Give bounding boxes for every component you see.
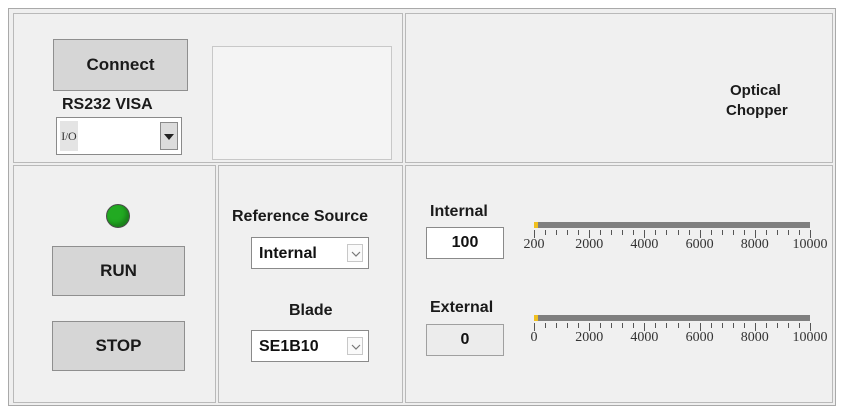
- visa-resource-selector[interactable]: I/O: [56, 117, 182, 155]
- slider-tick-label: 4000: [630, 330, 659, 345]
- internal-value-input[interactable]: 100: [426, 227, 504, 259]
- slider-tick: [578, 323, 580, 328]
- external-value-display: 0: [426, 324, 504, 356]
- reference-source-select[interactable]: Internal: [251, 237, 369, 269]
- run-button[interactable]: RUN: [52, 246, 185, 296]
- slider-tick: [611, 323, 613, 328]
- reference-source-label: Reference Source: [232, 208, 369, 225]
- slider-tick-label: 8000: [740, 330, 769, 345]
- slider-tick: [798, 323, 800, 328]
- internal-label: Internal: [430, 203, 488, 220]
- slider-tick: [798, 230, 800, 235]
- slider-tick: [787, 323, 789, 328]
- visa-label: RS232 VISA: [62, 96, 153, 113]
- slider-tick-label: 10000: [792, 330, 828, 345]
- slider-tick: [567, 230, 569, 235]
- slider-tick-label: 2000: [575, 237, 604, 252]
- external-slider-thumb[interactable]: [534, 315, 538, 321]
- external-label: External: [430, 299, 494, 316]
- connect-button[interactable]: Connect: [53, 39, 188, 91]
- io-icon: I/O: [60, 121, 78, 151]
- slider-tick: [666, 230, 668, 235]
- reference-source-value: Internal: [259, 245, 317, 262]
- title-section: Optical Chopper: [405, 13, 833, 163]
- slider-tick-label: 6000: [685, 237, 714, 252]
- slider-tick-label: 4000: [630, 237, 659, 252]
- blade-label: Blade: [289, 302, 333, 319]
- slider-tick: [765, 230, 767, 235]
- internal-slider-labels: 200 2000 4000 6000 8000 10000: [524, 237, 828, 255]
- slider-tick: [578, 230, 580, 235]
- slider-tick: [721, 230, 723, 235]
- slider-tick: [633, 230, 635, 235]
- slider-tick-label: 8000: [740, 237, 769, 252]
- slider-tick: [732, 230, 734, 235]
- internal-slider-track: [534, 222, 810, 228]
- external-slider-labels: 0 2000 4000 6000 8000 10000: [530, 330, 828, 348]
- slider-tick-label: 2000: [575, 330, 604, 345]
- slider-tick: [776, 230, 778, 235]
- slider-tick-label: 0: [530, 330, 538, 345]
- slider-tick: [765, 323, 767, 328]
- slider-tick: [600, 230, 602, 235]
- slider-tick: [732, 323, 734, 328]
- slider-tick: [622, 323, 624, 328]
- slider-tick: [688, 230, 690, 235]
- chevron-down-icon: [347, 337, 363, 355]
- slider-tick: [743, 323, 745, 328]
- stop-button[interactable]: STOP: [52, 321, 185, 371]
- slider-tick-label: 10000: [792, 237, 828, 252]
- title-line-2: Chopper: [726, 102, 788, 119]
- slider-tick: [655, 230, 657, 235]
- slider-tick: [666, 323, 668, 328]
- internal-slider-thumb[interactable]: [534, 222, 538, 228]
- slider-tick: [688, 323, 690, 328]
- blade-value: SE1B10: [259, 338, 319, 355]
- slider-tick: [677, 230, 679, 235]
- slider-tick: [655, 323, 657, 328]
- run-section: RUN STOP: [13, 165, 216, 403]
- frequency-section: Internal 100 200 2000 4000 6000 8000 10000 Ex…: [405, 165, 833, 403]
- status-display: [212, 46, 392, 160]
- slider-tick: [567, 323, 569, 328]
- slider-tick: [710, 323, 712, 328]
- slider-tick: [600, 323, 602, 328]
- status-led: [106, 204, 130, 228]
- connection-section: Connect RS232 VISA I/O: [13, 13, 403, 163]
- slider-tick: [611, 230, 613, 235]
- slider-tick: [622, 230, 624, 235]
- chevron-down-icon: [164, 134, 174, 140]
- blade-select[interactable]: SE1B10: [251, 330, 369, 362]
- slider-tick-label: 200: [523, 237, 545, 252]
- slider-tick-label: 6000: [685, 330, 714, 345]
- main-panel: Connect RS232 VISA I/O Optical Chopper R…: [8, 8, 836, 406]
- visa-dropdown-button[interactable]: [160, 122, 178, 150]
- external-slider-track: [534, 315, 810, 321]
- slider-tick: [556, 230, 558, 235]
- slider-tick: [545, 323, 547, 328]
- slider-tick: [677, 323, 679, 328]
- slider-tick: [633, 323, 635, 328]
- title-line-1: Optical: [730, 82, 781, 99]
- slider-tick: [556, 323, 558, 328]
- reference-section: Reference Source Internal Blade SE1B10: [218, 165, 403, 403]
- slider-tick: [721, 323, 723, 328]
- slider-tick: [710, 230, 712, 235]
- slider-tick: [743, 230, 745, 235]
- external-slider[interactable]: 0 2000 4000 6000 8000 10000: [530, 307, 828, 357]
- slider-tick: [787, 230, 789, 235]
- slider-tick: [776, 323, 778, 328]
- slider-tick: [545, 230, 547, 235]
- chevron-down-icon: [347, 244, 363, 262]
- internal-slider[interactable]: 200 2000 4000 6000 8000 10000: [524, 214, 828, 264]
